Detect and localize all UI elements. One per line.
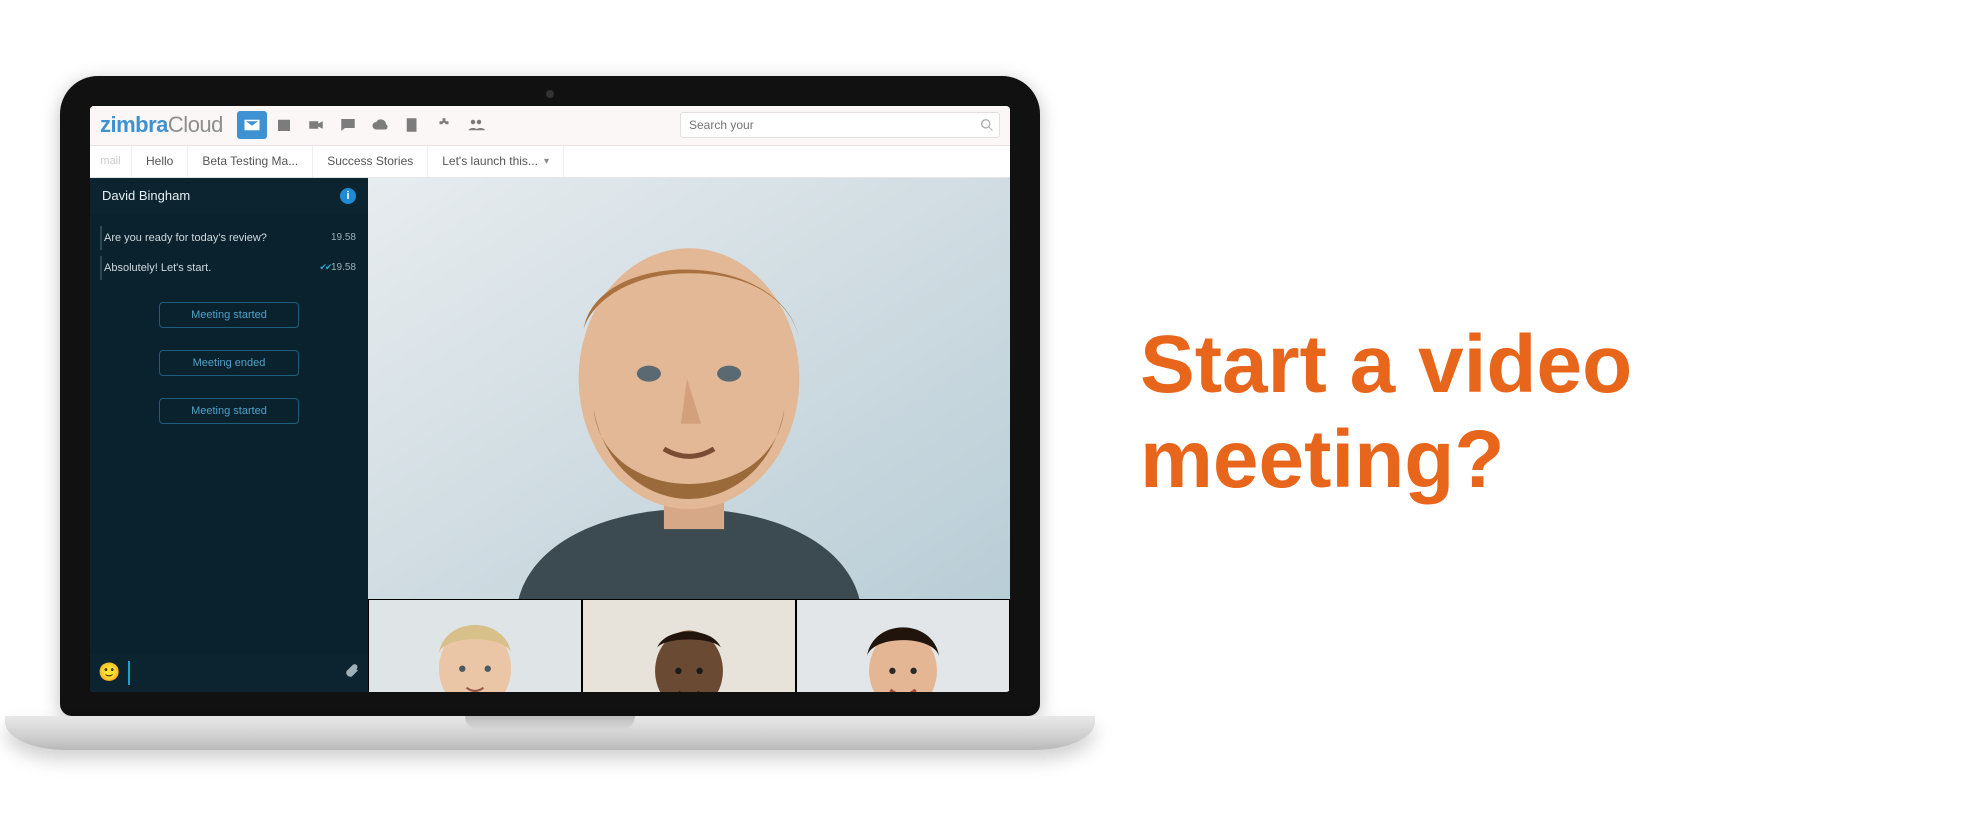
laptop-base bbox=[5, 716, 1095, 750]
section-label: mail bbox=[90, 146, 132, 177]
tab-success-stories[interactable]: Success Stories bbox=[313, 146, 428, 177]
chat-text-input[interactable] bbox=[128, 661, 336, 685]
video-thumbnail[interactable] bbox=[368, 599, 582, 692]
mail-icon[interactable] bbox=[237, 111, 267, 139]
page-headline: Start a video meeting? bbox=[1140, 318, 1980, 507]
search-icon bbox=[980, 118, 994, 132]
top-bar: zimbraCloud 22 bbox=[90, 106, 1010, 146]
video-icon[interactable] bbox=[301, 111, 331, 139]
addons-icon[interactable] bbox=[429, 111, 459, 139]
info-icon[interactable]: i bbox=[340, 188, 356, 204]
video-thumbnail[interactable]: VM bbox=[582, 599, 796, 692]
system-pill-meeting-started[interactable]: Meeting started bbox=[159, 398, 299, 424]
video-thumbnail-strip: VM bbox=[368, 599, 1010, 692]
cloud-icon[interactable] bbox=[365, 111, 395, 139]
video-main-participant bbox=[368, 178, 1010, 599]
emoji-icon[interactable]: 🙂 bbox=[98, 662, 120, 683]
search-field[interactable] bbox=[680, 112, 1000, 138]
system-pill-meeting-ended[interactable]: Meeting ended bbox=[159, 350, 299, 376]
calendar-icon[interactable]: 22 bbox=[269, 111, 299, 139]
video-thumbnail[interactable]: LP bbox=[796, 599, 1010, 692]
chat-input-bar: 🙂 bbox=[90, 654, 368, 692]
tab-lets-launch[interactable]: Let's launch this...▾ bbox=[428, 146, 564, 177]
system-pill-meeting-started[interactable]: Meeting started bbox=[159, 302, 299, 328]
video-panel: VM bbox=[368, 178, 1010, 692]
tab-strip: mail Hello Beta Testing Ma... Success St… bbox=[90, 146, 1010, 178]
brand-part2: Cloud bbox=[168, 112, 223, 138]
laptop-mockup: zimbraCloud 22 bbox=[60, 76, 1040, 750]
brand-logo: zimbraCloud bbox=[100, 112, 237, 138]
brand-part1: zimbra bbox=[100, 112, 168, 138]
contacts-icon[interactable] bbox=[397, 111, 427, 139]
chat-contact-name: David Bingham bbox=[102, 188, 190, 203]
svg-text:22: 22 bbox=[280, 125, 288, 132]
chat-panel: David Bingham i Are you ready for today'… bbox=[90, 178, 368, 692]
app-window: zimbraCloud 22 bbox=[90, 106, 1010, 692]
chat-message: Absolutely! Let's start. 19.58 bbox=[100, 256, 358, 280]
tab-hello[interactable]: Hello bbox=[132, 146, 188, 177]
search-input[interactable] bbox=[680, 112, 1000, 138]
people-icon[interactable] bbox=[461, 111, 491, 139]
chat-message: Are you ready for today's review? 19.58 bbox=[100, 226, 358, 250]
attachment-icon[interactable] bbox=[344, 663, 360, 682]
tab-beta-testing[interactable]: Beta Testing Ma... bbox=[188, 146, 313, 177]
chat-icon[interactable] bbox=[333, 111, 363, 139]
chat-messages: Are you ready for today's review? 19.58 … bbox=[90, 214, 368, 654]
chevron-down-icon: ▾ bbox=[544, 156, 549, 167]
